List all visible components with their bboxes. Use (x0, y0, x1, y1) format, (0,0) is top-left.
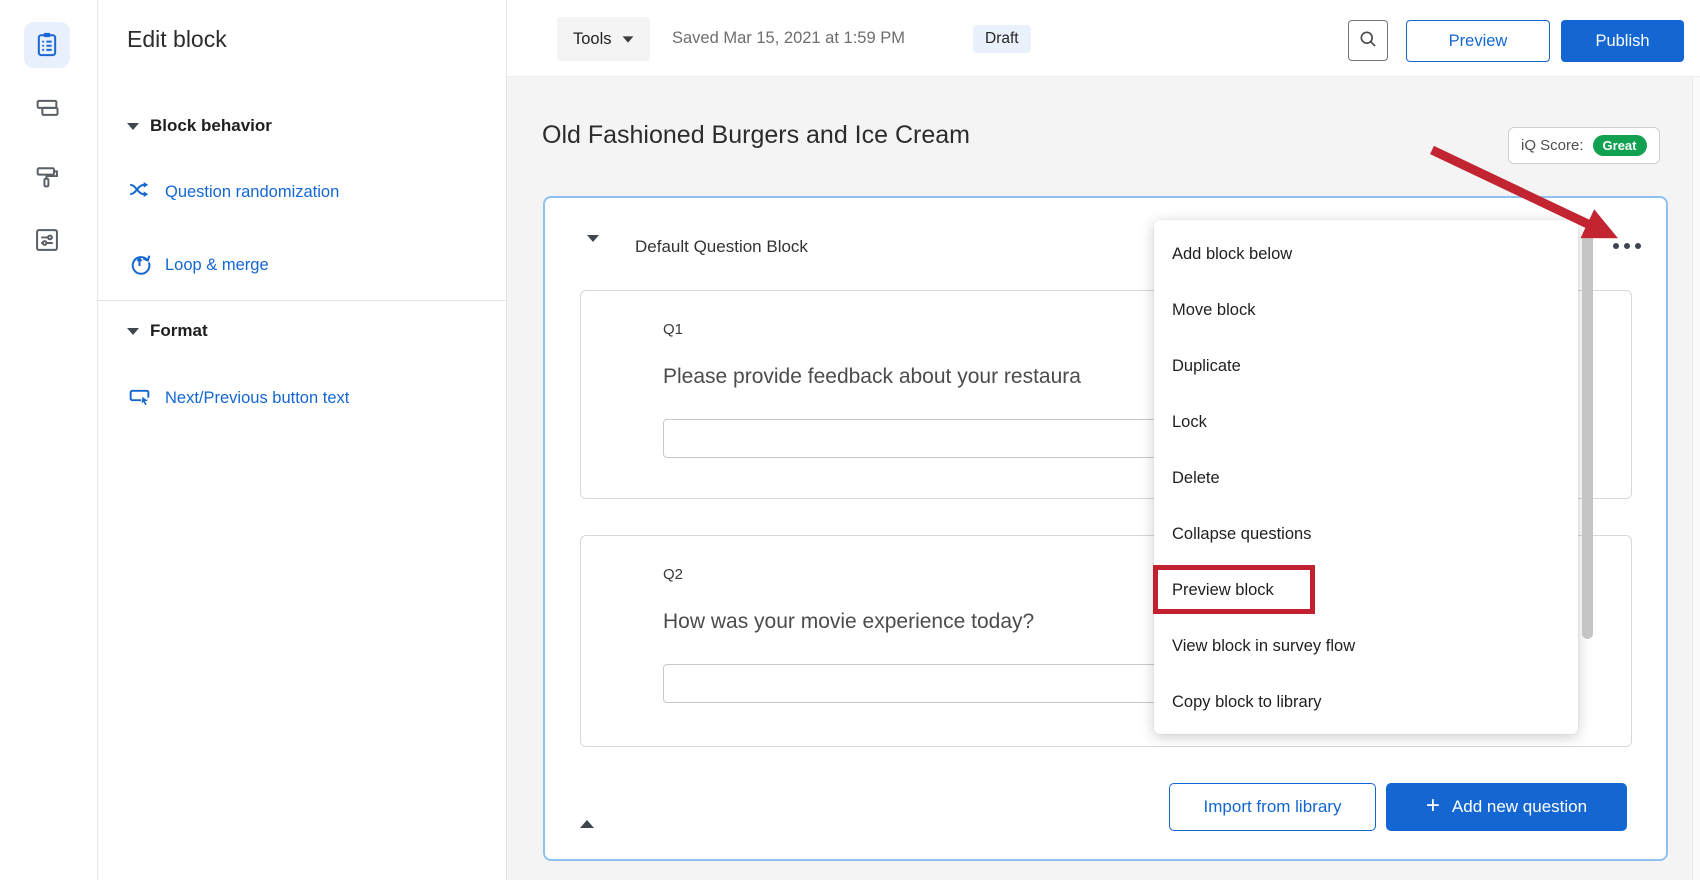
caret-down-icon (587, 235, 599, 259)
link-question-randomization[interactable]: Question randomization (127, 177, 339, 207)
shuffle-icon (127, 177, 152, 207)
menu-item-collapse-questions[interactable]: Collapse questions (1154, 506, 1578, 562)
iq-score-badge: Great (1593, 135, 1647, 156)
loop-icon (127, 250, 152, 280)
publish-button[interactable]: Publish (1561, 20, 1684, 62)
section-label: Block behavior (150, 116, 272, 136)
add-button-label: Add new question (1452, 797, 1587, 817)
question-id: Q1 (663, 321, 683, 338)
nav-rail (0, 0, 98, 880)
edit-block-panel: Edit block Block behavior Question rando… (98, 0, 507, 880)
iq-score-widget[interactable]: iQ Score: Great (1508, 127, 1660, 164)
add-new-question-button[interactable]: + Add new question (1386, 783, 1627, 831)
plus-icon: + (1426, 794, 1440, 818)
preview-button[interactable]: Preview (1406, 20, 1550, 62)
iq-score-label: iQ Score: (1521, 137, 1584, 154)
sidebar-item-survey-options[interactable] (24, 218, 70, 264)
sidebar-item-look-and-feel[interactable] (24, 155, 70, 201)
ellipsis-icon (1613, 243, 1619, 249)
caret-down-icon (127, 328, 139, 335)
block-footer-collapse-button[interactable] (576, 799, 598, 825)
section-format[interactable]: Format (127, 321, 208, 341)
tools-label: Tools (573, 30, 612, 49)
sliders-icon (33, 226, 61, 257)
paint-roller-icon (33, 163, 61, 194)
menu-item-move-block[interactable]: Move block (1154, 282, 1578, 338)
status-badge: Draft (973, 25, 1031, 53)
link-next-previous-button-text[interactable]: Next/Previous button text (127, 383, 349, 413)
toolbar: Tools Saved Mar 15, 2021 at 1:59 PM Draf… (507, 0, 1700, 77)
clipboard-list-icon (33, 30, 61, 61)
menu-item-view-block-in-survey-flow[interactable]: View block in survey flow (1154, 618, 1578, 674)
section-block-behavior[interactable]: Block behavior (127, 116, 272, 136)
question-text: How was your movie experience today? (663, 610, 1034, 634)
text-entry-input[interactable] (663, 664, 1208, 703)
block-title[interactable]: Default Question Block (635, 237, 808, 257)
section-label: Format (150, 321, 208, 341)
chevron-down-icon (622, 36, 633, 42)
block-options-menu: Add block below Move block Duplicate Loc… (1154, 220, 1578, 734)
menu-item-duplicate[interactable]: Duplicate (1154, 338, 1578, 394)
text-entry-input[interactable] (663, 419, 1208, 458)
button-cursor-icon (127, 383, 152, 413)
question-text: Please provide feedback about your resta… (663, 365, 1081, 389)
saved-status-text: Saved Mar 15, 2021 at 1:59 PM (672, 0, 905, 77)
divider (98, 300, 507, 301)
block-collapse-caret[interactable] (587, 242, 599, 260)
sidebar-item-blocks[interactable] (24, 87, 70, 133)
search-button[interactable] (1348, 20, 1388, 61)
link-label: Question randomization (165, 183, 339, 202)
page-scrollbar-track[interactable] (1692, 77, 1700, 880)
blocks-icon (33, 95, 61, 126)
question-id: Q2 (663, 566, 683, 583)
link-label: Loop & merge (165, 256, 269, 275)
block-options-menu-button[interactable] (1611, 241, 1643, 251)
link-loop-merge[interactable]: Loop & merge (127, 250, 269, 280)
search-icon (1358, 29, 1378, 52)
menu-item-lock[interactable]: Lock (1154, 394, 1578, 450)
link-label: Next/Previous button text (165, 389, 349, 408)
menu-item-preview-block[interactable]: Preview block (1154, 562, 1578, 618)
import-from-library-button[interactable]: Import from library (1169, 783, 1376, 831)
menu-item-delete[interactable]: Delete (1154, 450, 1578, 506)
sidebar-item-survey-builder[interactable] (24, 22, 70, 68)
menu-item-copy-block-to-library[interactable]: Copy block to library (1154, 674, 1578, 730)
survey-title: Old Fashioned Burgers and Ice Cream (542, 121, 970, 150)
caret-up-icon (580, 803, 594, 828)
panel-title: Edit block (127, 26, 227, 53)
menu-item-add-block-below[interactable]: Add block below (1154, 226, 1578, 282)
menu-scrollbar-thumb[interactable] (1582, 232, 1593, 639)
tools-menu-button[interactable]: Tools (557, 17, 650, 61)
caret-down-icon (127, 123, 139, 130)
